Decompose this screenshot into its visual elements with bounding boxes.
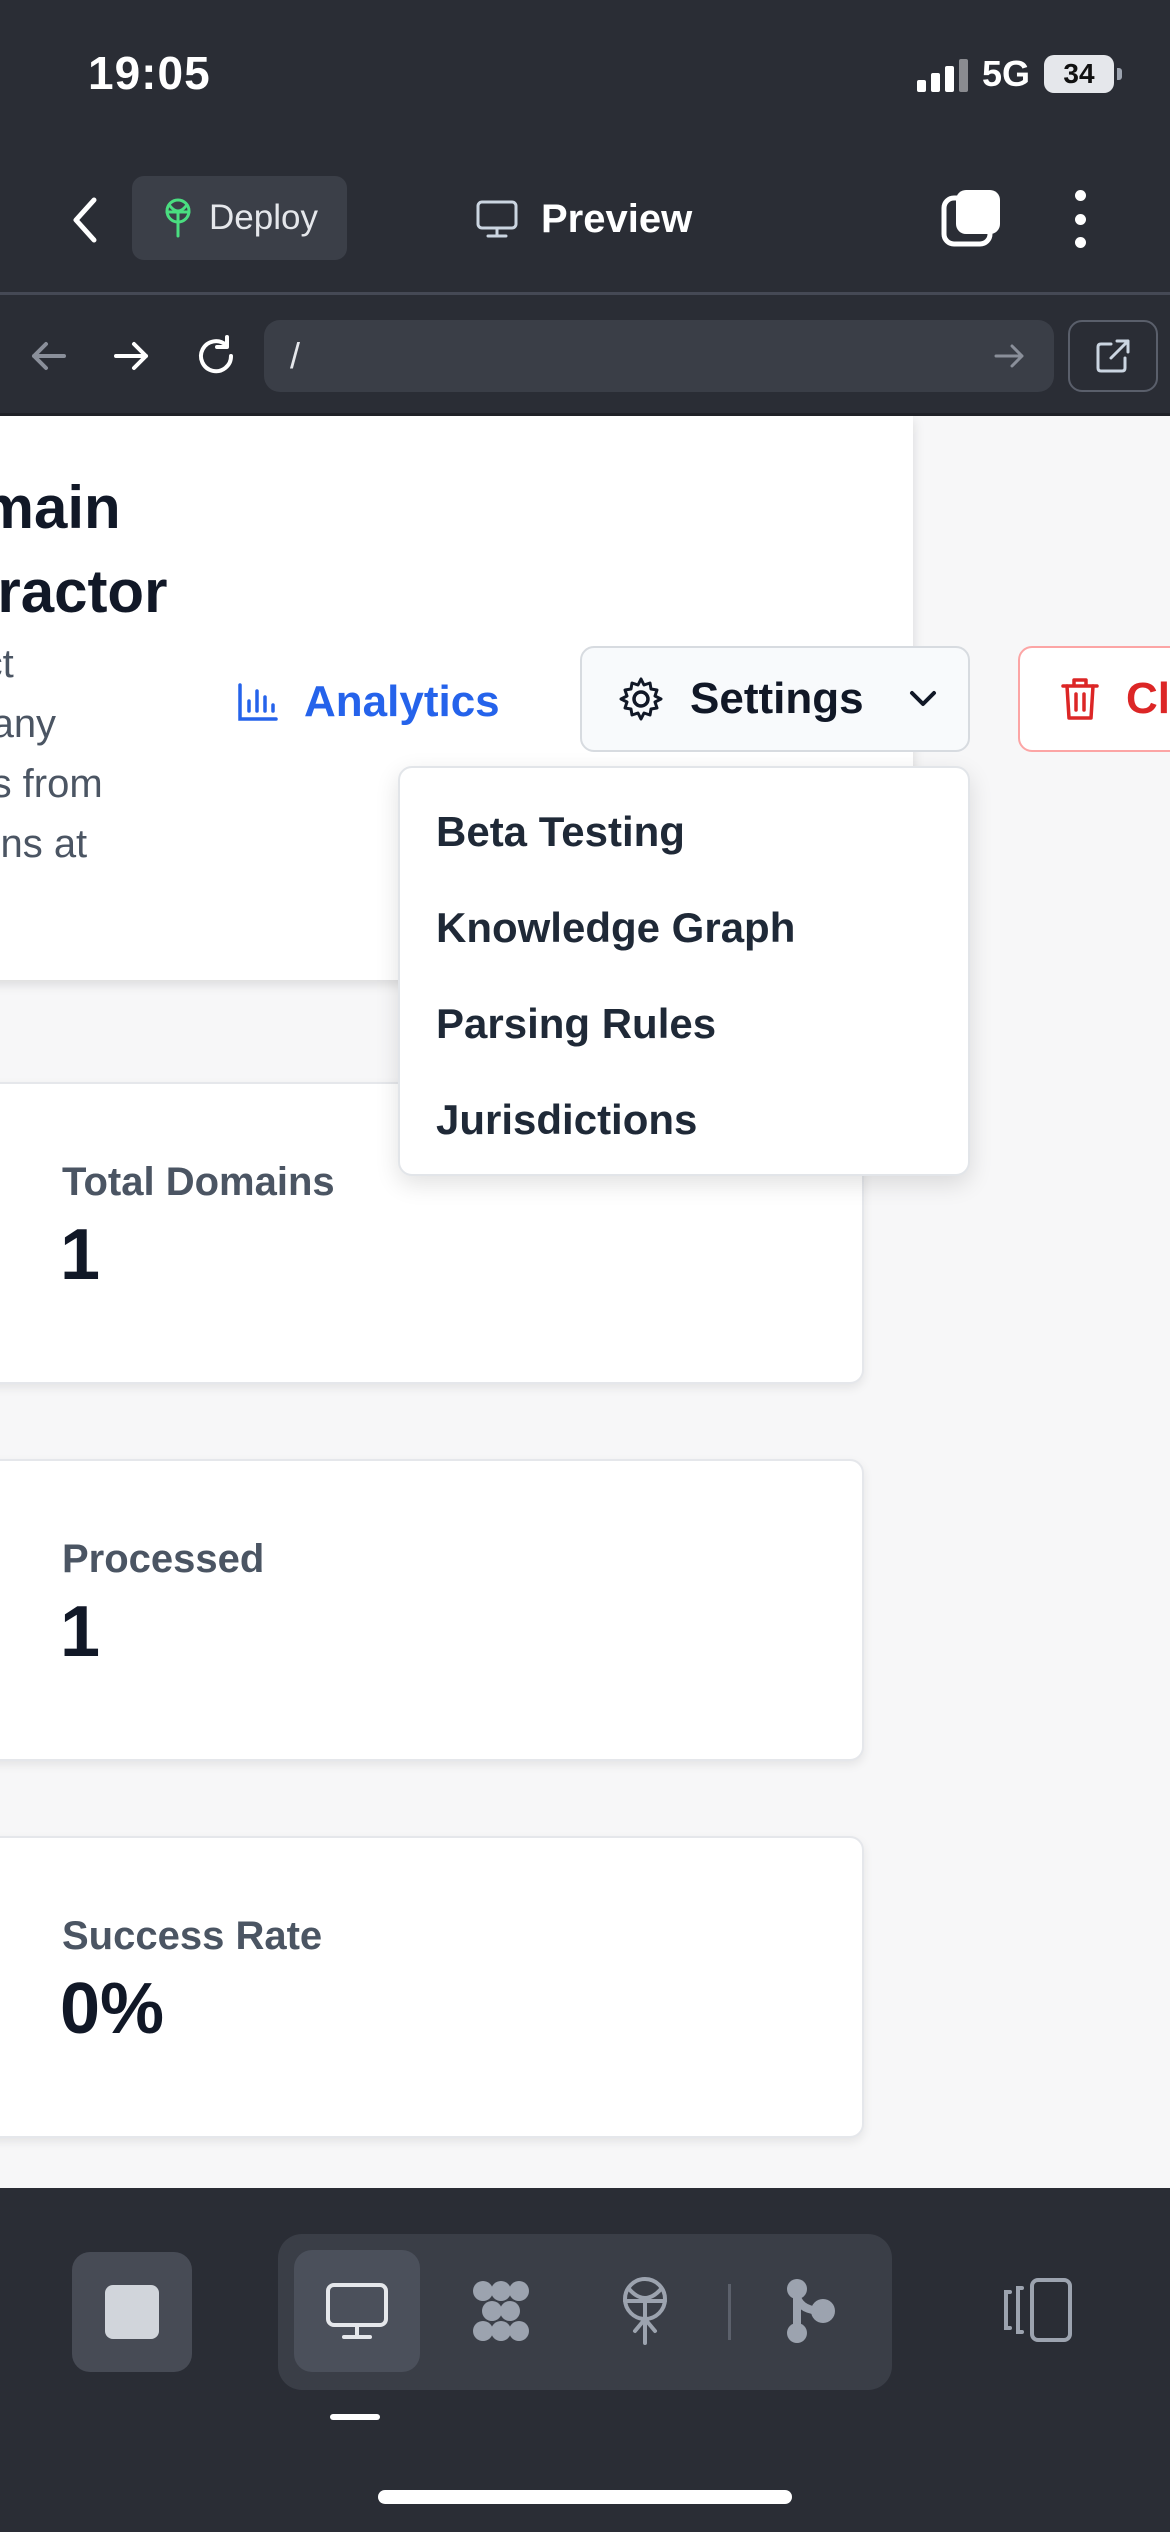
deploy-icon bbox=[623, 2277, 667, 2345]
toggle-panel-button[interactable] bbox=[1000, 2272, 1076, 2348]
app-subtitle-line: tract bbox=[0, 642, 14, 686]
clear-label: Cl bbox=[1126, 674, 1170, 723]
app-subtitle-line: ale bbox=[0, 874, 236, 934]
app-title: omain xtractor bbox=[0, 466, 264, 634]
tool-separator bbox=[728, 2284, 731, 2340]
stop-icon bbox=[105, 2285, 159, 2339]
deploy-icon bbox=[165, 198, 191, 238]
chevron-left-icon bbox=[73, 197, 97, 243]
stat-card-success-rate: Success Rate 0% bbox=[0, 1836, 864, 2138]
battery-icon: 34 bbox=[1044, 55, 1122, 93]
status-bar: 19:05 5G 34 bbox=[0, 0, 1170, 150]
back-button[interactable] bbox=[60, 190, 110, 250]
app-subtitle-line: mpany bbox=[0, 702, 57, 746]
app-subtitle-line: mains at bbox=[0, 822, 88, 866]
tool-deploy-button[interactable] bbox=[582, 2250, 708, 2372]
menu-item-beta-testing[interactable]: Beta Testing bbox=[400, 784, 968, 880]
agent-icon bbox=[473, 2281, 529, 2341]
menu-item-parsing-rules[interactable]: Parsing Rules bbox=[400, 976, 968, 1072]
tool-agent-button[interactable] bbox=[438, 2250, 564, 2372]
app-subtitle: tract mpany mes from mains at ale bbox=[0, 634, 236, 934]
analytics-button[interactable]: Analytics bbox=[236, 666, 500, 738]
tool-preview-button[interactable] bbox=[294, 2250, 420, 2372]
settings-label: Settings bbox=[690, 674, 864, 723]
preview-webview: omain xtractor tract mpany mes from main… bbox=[0, 416, 1170, 2188]
tabs-switcher-button[interactable] bbox=[940, 186, 1004, 250]
settings-dropdown-button[interactable]: Settings bbox=[580, 646, 970, 752]
go-arrow-icon[interactable] bbox=[990, 336, 1030, 376]
stat-value: 1 bbox=[60, 1592, 101, 1672]
stat-value: 0% bbox=[60, 1969, 165, 2049]
app-title-line: omain bbox=[0, 474, 121, 541]
stat-card-processed: Processed 1 bbox=[0, 1459, 864, 1761]
stat-label: Total Domains bbox=[62, 1160, 335, 1204]
stop-button[interactable] bbox=[72, 2252, 192, 2372]
stat-label: Processed bbox=[62, 1537, 265, 1581]
trash-icon bbox=[1061, 678, 1099, 720]
monitor-icon bbox=[476, 200, 518, 238]
dot-icon bbox=[1074, 213, 1086, 225]
home-indicator bbox=[378, 2490, 792, 2504]
gear-icon bbox=[619, 677, 663, 721]
browser-back-button[interactable] bbox=[18, 326, 78, 386]
app-title-line: xtractor bbox=[0, 558, 168, 625]
clear-data-button[interactable]: Cl bbox=[1018, 646, 1170, 752]
git-branch-icon bbox=[787, 2279, 835, 2343]
arrow-left-icon bbox=[32, 342, 66, 370]
dot-icon bbox=[1074, 237, 1086, 248]
network-type: 5G bbox=[981, 53, 1030, 94]
external-link-icon bbox=[1096, 339, 1130, 373]
menu-item-knowledge-graph[interactable]: Knowledge Graph bbox=[400, 880, 968, 976]
stat-value: 1 bbox=[60, 1215, 101, 1295]
settings-menu: Beta Testing Knowledge Graph Parsing Rul… bbox=[398, 766, 970, 1176]
tool-group bbox=[278, 2234, 892, 2390]
preview-label: Preview bbox=[541, 196, 693, 241]
active-tab-indicator bbox=[330, 2414, 380, 2420]
refresh-icon bbox=[199, 335, 234, 374]
chevron-down-icon bbox=[909, 691, 936, 706]
tabs-icon bbox=[941, 190, 1000, 247]
bar-chart-icon bbox=[238, 683, 278, 721]
panel-icon bbox=[1004, 2278, 1072, 2342]
cellular-signal-icon bbox=[916, 56, 968, 92]
arrow-right-icon bbox=[114, 342, 148, 370]
monitor-icon bbox=[326, 2283, 388, 2339]
more-options-button[interactable] bbox=[1060, 184, 1100, 254]
browser-url-bar bbox=[0, 298, 1170, 416]
analytics-label: Analytics bbox=[304, 677, 500, 726]
tool-git-button[interactable] bbox=[746, 2250, 872, 2372]
open-new-tab-button[interactable] bbox=[1068, 320, 1158, 392]
app-header: Deploy Preview bbox=[0, 150, 1170, 295]
menu-item-jurisdictions[interactable]: Jurisdictions bbox=[400, 1072, 968, 1168]
status-indicators: 5G 34 bbox=[916, 52, 1122, 96]
url-input[interactable] bbox=[264, 320, 1054, 392]
deploy-label: Deploy bbox=[209, 198, 318, 237]
deploy-button[interactable]: Deploy bbox=[132, 176, 347, 260]
stat-label: Success Rate bbox=[62, 1914, 323, 1958]
tab-preview[interactable]: Preview bbox=[475, 186, 692, 252]
bottom-toolbar bbox=[0, 2188, 1170, 2532]
app-subtitle-line: mes from bbox=[0, 762, 103, 806]
status-time: 19:05 bbox=[88, 47, 211, 99]
reload-button[interactable] bbox=[186, 326, 246, 386]
dot-icon bbox=[1074, 190, 1086, 201]
browser-forward-button[interactable] bbox=[102, 326, 162, 386]
